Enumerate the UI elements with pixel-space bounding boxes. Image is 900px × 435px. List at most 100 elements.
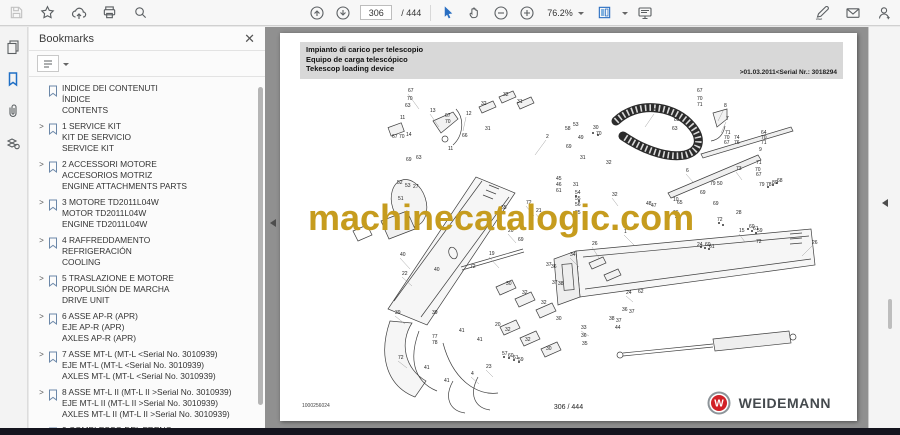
cloud-upload-icon[interactable] <box>70 4 87 21</box>
expand-chevron-icon[interactable]: > <box>35 197 48 230</box>
zoom-level-value: 76.2% <box>547 7 573 18</box>
part-number-label: 13 <box>430 108 436 114</box>
part-number-label: 67 <box>392 134 398 140</box>
part-number-label: 44 <box>615 325 621 331</box>
zoom-in-icon[interactable] <box>518 4 535 21</box>
part-number-label: 26 <box>812 240 818 246</box>
save-icon[interactable] <box>8 4 25 21</box>
part-number-label: 70 <box>596 131 602 137</box>
part-number-label: 31 <box>573 182 579 188</box>
part-number-label: 53 <box>573 122 579 128</box>
chevron-down-icon[interactable] <box>63 62 69 69</box>
bottom-edge-bar <box>0 428 900 435</box>
watermark-text: machinecatalogic.com <box>308 197 695 238</box>
search-icon[interactable] <box>132 4 149 21</box>
part-number-label: 33 <box>581 325 587 331</box>
part-number-label: 41 <box>444 378 450 384</box>
part-number-label: 63 <box>672 126 678 132</box>
bookmark-label: INDICE DEI CONTENUTI ÍNDICE CONTENTS <box>62 83 158 115</box>
part-number-label: 69 <box>713 201 719 207</box>
email-icon[interactable] <box>844 4 861 21</box>
expand-chevron-icon[interactable]: > <box>35 311 48 344</box>
toolbar: / 444 76.2% <box>0 0 900 26</box>
page-down-icon[interactable] <box>334 4 351 21</box>
star-icon[interactable] <box>39 4 56 21</box>
page-thumbnails-icon[interactable] <box>5 39 22 56</box>
page-title-line: Equipo de carga telescópico <box>306 54 408 64</box>
toolbar-divider <box>430 4 432 21</box>
part-number-label: 83 <box>674 117 680 123</box>
part-number-label: 40 <box>400 252 406 258</box>
expand-chevron-icon[interactable]: > <box>35 235 48 268</box>
presentation-icon[interactable] <box>637 4 654 21</box>
bookmarks-panel: Bookmarks ✕ > INDICE DEI CONTENUTIÍNDICE… <box>29 27 265 428</box>
part-number-label: 32 <box>505 327 511 333</box>
part-number-label: 78 <box>766 182 772 188</box>
bookmark-item[interactable]: > 6 ASSE AP-R (APR) EJE AP-R (APR) AXLES A… <box>35 311 255 344</box>
part-number-label: 71 <box>756 160 762 166</box>
layers-icon[interactable] <box>5 135 22 152</box>
attachments-icon[interactable] <box>5 103 22 120</box>
expand-chevron-icon[interactable]: > <box>35 159 48 192</box>
collapse-panel-right-icon[interactable] <box>878 199 888 207</box>
part-number-label: 15 <box>739 228 745 234</box>
bookmarks-list: > INDICE DEI CONTENUTIÍNDICECONTENTS > 1… <box>29 79 255 428</box>
part-number-label: 27 <box>413 184 419 190</box>
collapse-panel-left-icon[interactable] <box>266 219 276 227</box>
part-number-label: 53 <box>405 183 411 189</box>
part-number-label: 41 <box>424 365 430 371</box>
weidemann-logo-icon: W <box>707 391 731 415</box>
expand-chevron-icon[interactable]: > <box>35 349 48 382</box>
part-number-label: 32 <box>606 160 612 166</box>
bookmark-item[interactable]: > 8 ASSE MT-L II (MT-L II >Serial No. 30… <box>35 387 255 420</box>
expand-chevron-icon[interactable]: > <box>35 387 48 420</box>
expand-chevron-icon[interactable]: > <box>35 273 48 306</box>
bookmark-label: 2 ACCESSORI MOTORE ACCESORIOS MOTRIZ ENGIN… <box>62 159 188 191</box>
chevron-down-icon[interactable] <box>621 11 628 18</box>
bookmark-label: 7 ASSE MT-L (MT-L <Serial No. 3010939) EJ… <box>62 349 218 381</box>
bookmarks-scrollbar[interactable] <box>258 87 263 405</box>
bookmark-options-icon[interactable] <box>37 55 59 72</box>
bookmark-item[interactable]: > 5 TRASLAZIONE E MOTORE PROPULSIÓN DE MA… <box>35 273 255 306</box>
bookmark-item[interactable]: > 2 ACCESSORI MOTORE ACCESORIOS MOTRIZ ENG… <box>35 159 255 192</box>
part-number-label: 24 <box>697 242 703 248</box>
part-number-label: 31 <box>485 126 491 132</box>
zoom-level-dropdown[interactable]: 76.2% <box>544 6 587 20</box>
part-number-label: 32 <box>481 101 487 107</box>
page-number-input[interactable] <box>360 5 393 20</box>
part-number-label: 76 <box>734 140 740 146</box>
bookmarks-panel-header: Bookmarks ✕ <box>29 27 265 51</box>
bookmark-item[interactable]: > 3 MOTORE TD2011L04W MOTOR TD2011L04W ENG… <box>35 197 255 230</box>
bookmark-item[interactable]: > 4 RAFFREDDAMENTO REFRIGERACIÓN COOLING <box>35 235 255 268</box>
close-icon[interactable]: ✕ <box>244 32 255 45</box>
part-number-label: 58 <box>565 126 571 132</box>
part-number-label: 38 <box>609 316 615 322</box>
bookmarks-icon[interactable] <box>5 71 22 88</box>
expand-chevron-icon[interactable]: > <box>35 121 48 154</box>
fill-sign-pen-icon[interactable] <box>813 4 830 21</box>
zoom-out-icon[interactable] <box>492 4 509 21</box>
part-number-label: 69 <box>566 144 572 150</box>
bookmark-item[interactable]: > 1 SERVICE KIT KIT DE SERVICIO SERVICE KI… <box>35 121 255 154</box>
brand-footer: W WEIDEMANN <box>707 391 831 415</box>
bookmark-item[interactable]: > INDICE DEI CONTENUTIÍNDICECONTENTS <box>35 83 255 116</box>
part-number-label: 34 <box>570 252 576 258</box>
part-number-label: 22 <box>402 271 408 277</box>
person-icon[interactable] <box>875 4 892 21</box>
print-icon[interactable] <box>101 4 118 21</box>
brand-name: WEIDEMANN <box>738 395 831 411</box>
part-number-label: 67 <box>724 140 730 146</box>
document-viewport[interactable]: Impianto di carico per telescopio Equipo… <box>265 27 868 428</box>
part-number-label: 68 <box>777 178 783 184</box>
part-number-label: 67 <box>756 172 762 178</box>
bookmark-label: 4 RAFFREDDAMENTO REFRIGERACIÓN COOLING <box>62 235 151 267</box>
pdf-page: Impianto di carico per telescopio Equipo… <box>280 33 857 421</box>
part-number-label: 19 <box>489 251 495 257</box>
page-up-icon[interactable] <box>308 4 325 21</box>
hand-tool-icon[interactable] <box>466 4 483 21</box>
part-number-label: 37 <box>552 280 558 286</box>
page-view-icon[interactable] <box>596 4 613 21</box>
bookmark-item[interactable]: > 7 ASSE MT-L (MT-L <Serial No. 3010939)… <box>35 349 255 382</box>
select-cursor-icon[interactable] <box>440 4 457 21</box>
vertical-scrollbar[interactable] <box>888 299 892 329</box>
